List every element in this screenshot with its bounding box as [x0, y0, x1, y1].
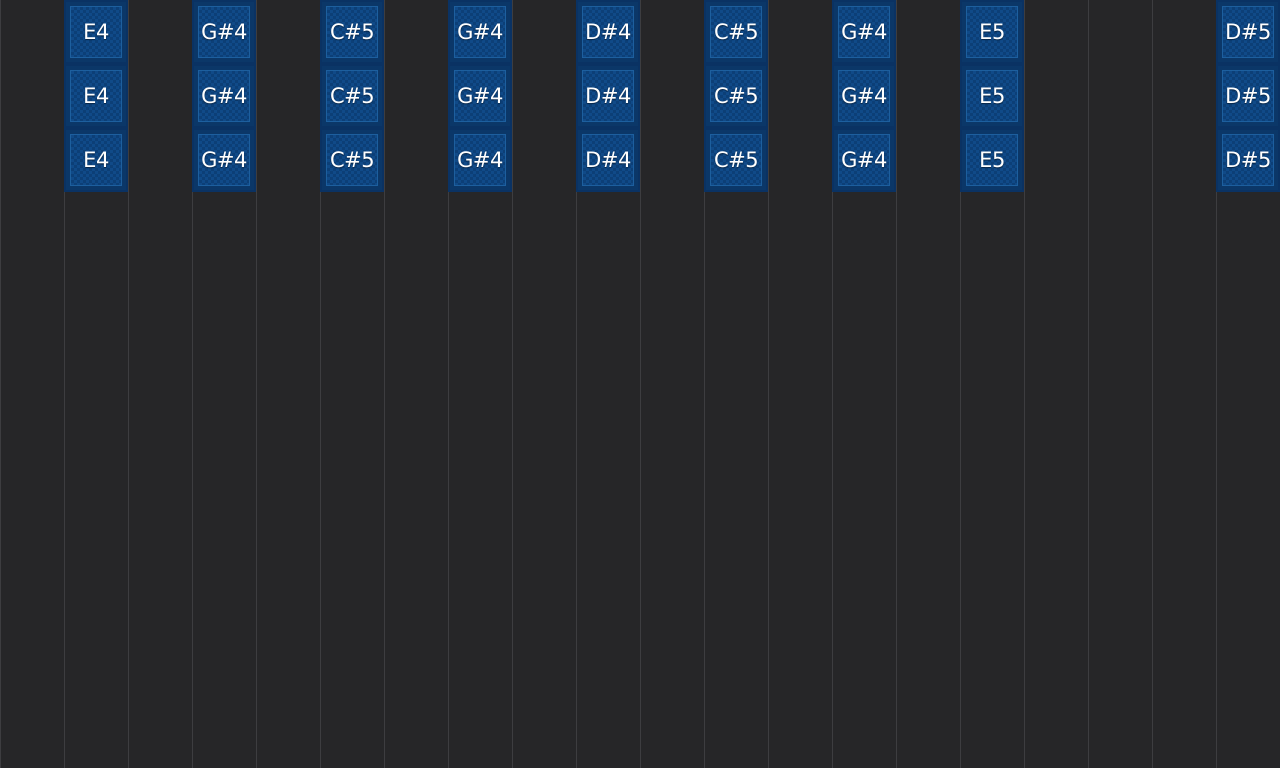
note-label: E4	[83, 20, 109, 44]
note-block[interactable]: D#5	[1216, 0, 1280, 64]
grid-column-1[interactable]	[0, 0, 64, 768]
grid-column-11[interactable]	[640, 0, 704, 768]
note-block[interactable]: D#4	[576, 128, 640, 192]
note-block[interactable]: G#4	[192, 128, 256, 192]
note-block[interactable]: C#5	[704, 0, 768, 64]
grid-column-12[interactable]: C#5 C#5 C#5	[704, 0, 768, 768]
note-label: D#4	[585, 148, 631, 172]
grid-column-7[interactable]	[384, 0, 448, 768]
note-block[interactable]: G#4	[448, 64, 512, 128]
note-block[interactable]: E4	[64, 0, 128, 64]
note-block[interactable]: E5	[960, 128, 1024, 192]
note-label: G#4	[201, 84, 247, 108]
grid-column-9[interactable]	[512, 0, 576, 768]
note-label: G#4	[457, 148, 503, 172]
note-block[interactable]: E4	[64, 128, 128, 192]
note-label: C#5	[713, 148, 759, 172]
grid-column-3[interactable]	[128, 0, 192, 768]
note-label: C#5	[713, 84, 759, 108]
grid-column-18[interactable]	[1088, 0, 1152, 768]
note-block[interactable]: E5	[960, 64, 1024, 128]
note-label: C#5	[713, 20, 759, 44]
grid-column-16[interactable]: E5 E5 E5	[960, 0, 1024, 768]
note-block[interactable]: G#4	[832, 0, 896, 64]
note-block[interactable]: E5	[960, 0, 1024, 64]
note-grid: E4 E4 E4 G#4 G#4 G#4 C#5 C#5 C#5 G#4 G#4 G#4 D#4 D#4 D…	[0, 0, 1280, 768]
grid-column-19[interactable]	[1152, 0, 1216, 768]
grid-column-15[interactable]	[896, 0, 960, 768]
grid-column-2[interactable]: E4 E4 E4	[64, 0, 128, 768]
note-label: E5	[979, 20, 1005, 44]
note-label: E4	[83, 148, 109, 172]
note-block[interactable]: C#5	[320, 128, 384, 192]
note-block[interactable]: G#4	[448, 0, 512, 64]
note-block[interactable]: C#5	[320, 64, 384, 128]
note-label: D#4	[585, 84, 631, 108]
note-block[interactable]: D#5	[1216, 128, 1280, 192]
note-block[interactable]: G#4	[832, 64, 896, 128]
grid-column-4[interactable]: G#4 G#4 G#4	[192, 0, 256, 768]
note-label: C#5	[329, 148, 375, 172]
note-label: E5	[979, 84, 1005, 108]
note-block[interactable]: E4	[64, 64, 128, 128]
grid-column-10[interactable]: D#4 D#4 D#4	[576, 0, 640, 768]
grid-column-5[interactable]	[256, 0, 320, 768]
note-block[interactable]: C#5	[704, 128, 768, 192]
grid-column-13[interactable]	[768, 0, 832, 768]
note-label: C#5	[329, 84, 375, 108]
note-block[interactable]: C#5	[704, 64, 768, 128]
grid-column-8[interactable]: G#4 G#4 G#4	[448, 0, 512, 768]
note-label: G#4	[841, 20, 887, 44]
note-label: G#4	[457, 20, 503, 44]
note-label: D#5	[1225, 20, 1271, 44]
note-label: G#4	[841, 148, 887, 172]
grid-column-17[interactable]	[1024, 0, 1088, 768]
note-block[interactable]: G#4	[448, 128, 512, 192]
grid-column-20[interactable]: D#5 D#5 D#5	[1216, 0, 1280, 768]
note-block[interactable]: G#4	[192, 0, 256, 64]
note-label: E5	[979, 148, 1005, 172]
note-label: G#4	[841, 84, 887, 108]
note-block[interactable]: D#4	[576, 64, 640, 128]
note-label: D#5	[1225, 148, 1271, 172]
note-label: C#5	[329, 20, 375, 44]
note-label: E4	[83, 84, 109, 108]
note-block[interactable]: D#5	[1216, 64, 1280, 128]
note-block[interactable]: G#4	[192, 64, 256, 128]
note-block[interactable]: C#5	[320, 0, 384, 64]
note-label: G#4	[201, 20, 247, 44]
note-label: G#4	[201, 148, 247, 172]
note-label: D#5	[1225, 84, 1271, 108]
grid-column-6[interactable]: C#5 C#5 C#5	[320, 0, 384, 768]
grid-column-14[interactable]: G#4 G#4 G#4	[832, 0, 896, 768]
note-block[interactable]: D#4	[576, 0, 640, 64]
note-label: G#4	[457, 84, 503, 108]
note-block[interactable]: G#4	[832, 128, 896, 192]
note-label: D#4	[585, 20, 631, 44]
